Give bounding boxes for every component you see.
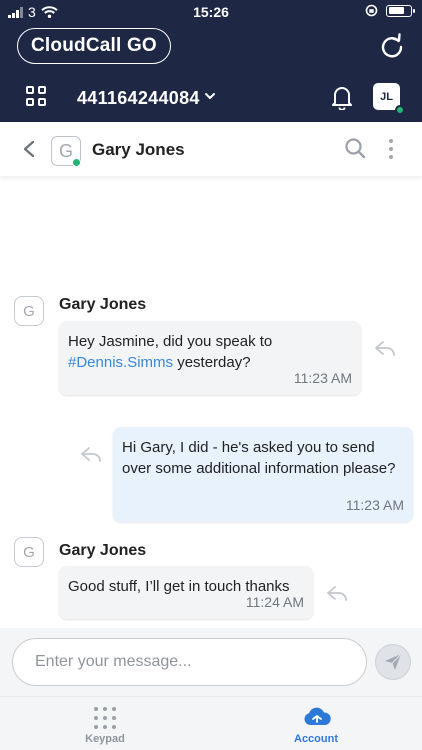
tab-account[interactable]: Account [261,703,371,749]
send-button[interactable] [375,644,411,680]
sender-avatar: G [14,537,44,567]
account-icon [304,707,331,725]
search-icon[interactable] [344,137,366,159]
reply-icon[interactable] [326,585,348,601]
status-time: 15:26 [193,4,229,20]
message-thread[interactable]: G Gary Jones Hey Jasmine, did you speak … [0,176,422,628]
message-bubble-incoming[interactable]: Hey Jasmine, did you speak to #Dennis.Sim… [59,321,361,395]
tab-label: Account [294,733,338,745]
reply-icon[interactable] [374,340,396,356]
sender-name: Gary Jones [59,296,147,313]
message-bubble-incoming[interactable]: Good stuff, I’ll get in touch thanks 11:… [59,566,313,619]
message-input[interactable] [12,638,367,686]
message-text: Hey Jasmine, did you speak to #Dennis.Sim… [68,333,273,371]
message-bubble-outgoing[interactable]: Hi Gary, I did - he's asked you to send … [113,427,413,522]
contact-presence-dot [72,158,81,167]
keypad-icon [94,707,116,729]
more-options-icon[interactable] [388,139,394,159]
tab-keypad[interactable]: Keypad [50,703,160,749]
sender-name: Gary Jones [59,542,147,559]
apps-grid-icon[interactable] [26,86,46,106]
back-arrow-icon[interactable] [22,140,36,158]
notifications-bell-icon[interactable] [330,84,354,110]
user-initials: JL [380,90,393,103]
message-time: 11:23 AM [345,497,404,513]
mention-link[interactable]: #Dennis.Simms [68,354,173,371]
bottom-tab-bar: Keypad Account [0,696,422,750]
user-avatar[interactable]: JL [373,83,405,115]
message-text: Hi Gary, I did - he's asked you to send … [122,439,396,477]
send-icon [385,653,402,670]
message-time: 11:23 AM [293,370,352,386]
tab-label: Keypad [85,733,125,745]
chevron-down-icon[interactable] [204,90,216,102]
rotation-lock-icon [365,4,378,17]
conversation-header: G Gary Jones [0,122,422,176]
battery-icon [386,4,415,17]
online-status-dot [395,105,405,115]
reply-icon[interactable] [80,446,102,462]
sender-avatar: G [14,296,44,326]
refresh-icon[interactable] [378,32,406,60]
message-time: 11:24 AM [245,594,304,610]
message-composer [0,628,422,696]
app-header: 3 15:26 CloudCall GO 441164244084 JL [0,0,422,122]
brand-logo: CloudCall GO [17,28,171,64]
contact-name[interactable]: Gary Jones [92,140,185,160]
phone-number-selector[interactable]: 441164244084 [77,88,200,109]
status-bar: 3 15:26 [0,0,422,24]
